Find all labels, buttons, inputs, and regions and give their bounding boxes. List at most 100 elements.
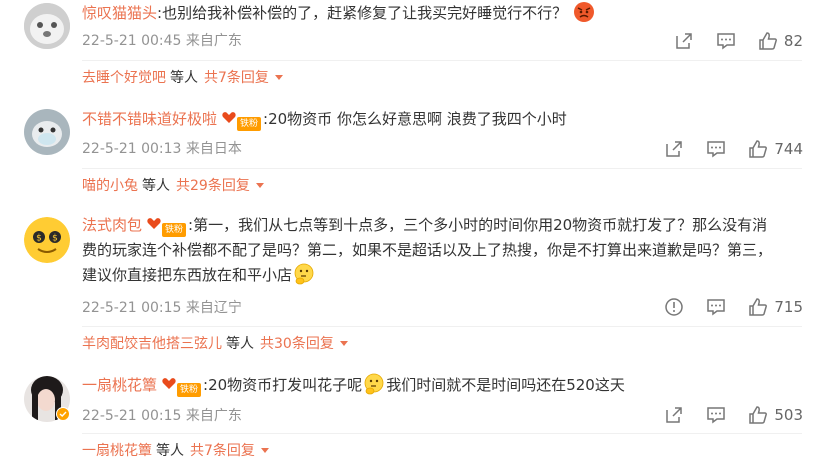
reply-others: 等人 — [226, 336, 254, 352]
comment-content-continued: 我们时间就不是时间吗还在520这天 — [386, 376, 625, 394]
comment-meta: 22-5-21 00:45 来自广东 — [82, 30, 242, 50]
fan-badge: 铁粉 — [161, 375, 202, 397]
report-icon — [665, 298, 684, 316]
fan-heart-icon — [222, 112, 236, 123]
comment-text: 一扇桃花簟 铁粉:20物资币打发叫花子呢 我们时间就不是时间吗还在520这天 — [82, 373, 807, 398]
comment-meta: 22-5-21 00:13 来自日本 — [82, 138, 242, 158]
svg-text:$: $ — [36, 234, 42, 244]
reply-summary: 喵的小兔 等人 共29条回复 — [82, 168, 802, 203]
like-button[interactable]: 503 — [748, 405, 803, 425]
like-icon — [749, 140, 768, 158]
comment-content: :20物资币 你怎么好意思啊 浪费了我四个小时 — [263, 110, 567, 128]
reply-others: 等人 — [142, 178, 170, 194]
comment-content-line2: 费的玩家连个补偿都不配了是吗？第二，如果不是超话以及上了热搜，你是不打算出来道歉… — [82, 241, 773, 259]
like-icon — [749, 406, 768, 424]
avatar[interactable] — [24, 109, 70, 155]
like-count: 744 — [774, 140, 803, 158]
like-icon — [749, 298, 768, 316]
comment-username[interactable]: 一扇桃花簟 — [82, 376, 157, 394]
comment-text: 不错不错味道好极啦 铁粉:20物资币 你怎么好意思啊 浪费了我四个小时 — [82, 107, 807, 132]
fan-badge: 铁粉 — [146, 215, 187, 237]
cat-avatar-icon — [24, 3, 70, 49]
fan-badge-label: 铁粉 — [237, 117, 262, 131]
like-button[interactable]: 82 — [758, 31, 803, 51]
share-button[interactable] — [664, 405, 684, 425]
view-replies-button[interactable]: 共7条回复 — [204, 70, 269, 86]
reply-username[interactable]: 一扇桃花簟 — [82, 443, 152, 459]
thinking-emoji-icon — [364, 373, 384, 395]
fan-badge-label: 铁粉 — [162, 223, 187, 237]
reply-username[interactable]: 喵的小兔 — [82, 178, 138, 194]
comment-icon — [707, 141, 726, 158]
like-count: 715 — [774, 298, 803, 316]
fan-badge-label: 铁粉 — [177, 383, 202, 397]
reply-others: 等人 — [170, 70, 198, 86]
comment-timestamp: 22-5-21 00:45 — [82, 33, 182, 49]
chevron-down-icon[interactable] — [260, 448, 269, 453]
comment-content: :也别给我补偿补偿的了，赶紧修复了让我买完好睡觉行不行？ — [157, 4, 568, 22]
comment-icon — [717, 33, 735, 50]
comment-actions: 82 — [652, 29, 803, 53]
share-button[interactable] — [664, 139, 684, 159]
view-replies-button[interactable]: 共30条回复 — [260, 336, 334, 352]
like-button[interactable]: 744 — [748, 139, 803, 159]
share-button[interactable] — [674, 31, 694, 51]
comment-content-line1: :第一，我们从七点等到十点多，三个多小时的时间你用20物资币就打发了？那么没有消 — [188, 216, 768, 234]
thinking-emoji-icon — [294, 263, 314, 285]
chevron-down-icon[interactable] — [274, 75, 283, 80]
comment-content-line3: 建议你直接把东西放在和平小店 — [82, 266, 293, 284]
comment-timestamp: 22-5-21 00:15 — [82, 300, 182, 316]
comment-location: 来自广东 — [185, 33, 242, 49]
reply-summary: 去睡个好觉吧 等人 共7条回复 — [82, 60, 802, 95]
fan-heart-icon — [147, 218, 161, 229]
share-icon — [676, 33, 692, 49]
fan-badge: 铁粉 — [221, 109, 262, 131]
comment-timestamp: 22-5-21 00:15 — [82, 408, 182, 424]
comment-username[interactable]: 不错不错味道好极啦 — [82, 110, 217, 128]
comment-button[interactable] — [706, 139, 726, 159]
view-replies-button[interactable]: 共29条回复 — [176, 178, 250, 194]
cat-avatar-icon — [24, 109, 70, 155]
chevron-down-icon[interactable] — [339, 341, 348, 346]
verified-badge-icon — [56, 407, 70, 421]
comment-content: :20物资币打发叫花子呢 — [203, 376, 363, 394]
reply-summary: 一扇桃花簟 等人 共7条回复 — [82, 433, 802, 468]
comment-text: 惊叹猫猫头:也别给我补偿补偿的了，赶紧修复了让我买完好睡觉行不行？ — [82, 1, 807, 26]
comment-icon — [707, 299, 726, 316]
chevron-down-icon[interactable] — [255, 183, 264, 188]
comment-username[interactable]: 法式肉包 — [82, 216, 142, 234]
like-count: 503 — [774, 406, 803, 424]
comment-location: 来自广东 — [185, 408, 242, 424]
like-button[interactable]: 715 — [748, 297, 803, 317]
comment-button[interactable] — [706, 405, 726, 425]
share-icon — [666, 141, 683, 157]
view-replies-button[interactable]: 共7条回复 — [190, 443, 255, 459]
comment-actions: 503 — [642, 403, 803, 427]
svg-text:$: $ — [52, 234, 58, 244]
money-eyes-avatar-icon: $ $ — [24, 217, 70, 263]
comment-icon — [707, 407, 726, 424]
report-button[interactable] — [664, 297, 684, 317]
comment-meta: 22-5-21 00:15 来自广东 — [82, 405, 242, 425]
comment-button[interactable] — [706, 297, 726, 317]
angry-emoji-icon — [573, 2, 594, 22]
comment-location: 来自辽宁 — [185, 300, 242, 316]
reply-summary: 羊肉配饺吉他搭三弦儿 等人 共30条回复 — [82, 326, 802, 361]
reply-username[interactable]: 去睡个好觉吧 — [82, 70, 166, 86]
reply-others: 等人 — [156, 443, 184, 459]
comment-text: 法式肉包 铁粉:第一，我们从七点等到十点多，三个多小时的时间你用20物资币就打发了… — [82, 213, 807, 288]
comment-username[interactable]: 惊叹猫猫头 — [82, 4, 157, 22]
comment-timestamp: 22-5-21 00:13 — [82, 141, 182, 157]
avatar[interactable]: $ $ — [24, 217, 70, 263]
like-count: 82 — [783, 32, 803, 50]
fan-heart-icon — [162, 378, 176, 389]
share-icon — [666, 407, 683, 423]
avatar[interactable] — [24, 3, 70, 49]
comment-location: 来自日本 — [185, 141, 242, 157]
like-icon — [759, 32, 777, 50]
comment-meta: 22-5-21 00:15 来自辽宁 — [82, 297, 242, 317]
comment-button[interactable] — [716, 31, 736, 51]
reply-username[interactable]: 羊肉配饺吉他搭三弦儿 — [82, 336, 222, 352]
comment-actions: 744 — [642, 137, 803, 161]
comment-actions: 715 — [642, 295, 803, 319]
